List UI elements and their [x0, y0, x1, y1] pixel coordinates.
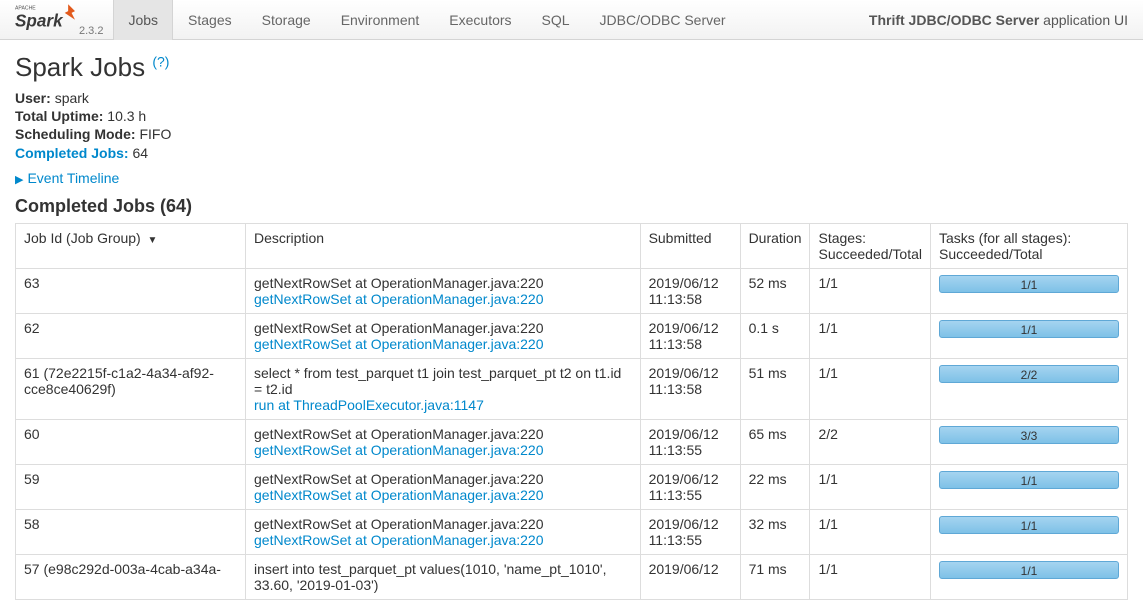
table-row: 60 getNextRowSet at OperationManager.java… [16, 419, 1128, 464]
cell-tasks: 2/2 [931, 358, 1128, 419]
cell-description: getNextRowSet at OperationManager.java:2… [246, 419, 641, 464]
nav-tabs: JobsStagesStorageEnvironmentExecutorsSQL… [113, 0, 740, 40]
cell-description: getNextRowSet at OperationManager.java:2… [246, 509, 641, 554]
app-name-label: Thrift JDBC/ODBC Server application UI [869, 12, 1128, 28]
progress-bar: 3/3 [939, 426, 1119, 444]
nav-tab-jdbc-odbc-server[interactable]: JDBC/ODBC Server [585, 0, 741, 40]
col-stages[interactable]: Stages: Succeeded/Total [810, 223, 931, 268]
summary-list: User: spark Total Uptime: 10.3 h Schedul… [15, 89, 1128, 162]
table-row: 63 getNextRowSet at OperationManager.java… [16, 268, 1128, 313]
progress-bar: 1/1 [939, 275, 1119, 293]
cell-duration: 51 ms [740, 358, 810, 419]
user-label: User: [15, 90, 51, 106]
nav-tab-environment[interactable]: Environment [326, 0, 435, 40]
cell-duration: 52 ms [740, 268, 810, 313]
col-tasks[interactable]: Tasks (for all stages): Succeeded/Total [931, 223, 1128, 268]
spark-logo-icon: APACHE Spark [15, 2, 75, 34]
job-description-link[interactable]: getNextRowSet at OperationManager.java:2… [254, 532, 544, 548]
event-timeline-toggle[interactable]: ▶Event Timeline [15, 170, 1128, 186]
cell-jobid: 60 [16, 419, 246, 464]
cell-stages: 1/1 [810, 358, 931, 419]
cell-duration: 0.1 s [740, 313, 810, 358]
nav-tab-stages[interactable]: Stages [173, 0, 247, 40]
col-description[interactable]: Description [246, 223, 641, 268]
cell-stages: 1/1 [810, 509, 931, 554]
cell-submitted: 2019/06/12 11:13:58 [640, 358, 740, 419]
cell-submitted: 2019/06/12 11:13:58 [640, 313, 740, 358]
table-row: 61 (72e2215f-c1a2-4a34-af92-cce8ce40629f… [16, 358, 1128, 419]
cell-tasks: 1/1 [931, 268, 1128, 313]
uptime-label: Total Uptime: [15, 108, 103, 124]
nav-tab-executors[interactable]: Executors [434, 0, 526, 40]
sched-value: FIFO [139, 126, 171, 142]
job-description-link[interactable]: getNextRowSet at OperationManager.java:2… [254, 291, 544, 307]
nav-tab-storage[interactable]: Storage [247, 0, 326, 40]
table-row: 59 getNextRowSet at OperationManager.java… [16, 464, 1128, 509]
uptime-value: 10.3 h [107, 108, 146, 124]
cell-duration: 71 ms [740, 554, 810, 599]
cell-duration: 32 ms [740, 509, 810, 554]
cell-description: select * from test_parquet t1 join test_… [246, 358, 641, 419]
cell-submitted: 2019/06/12 11:13:55 [640, 419, 740, 464]
job-description-link[interactable]: run at ThreadPoolExecutor.java:1147 [254, 397, 484, 413]
nav-tab-jobs[interactable]: Jobs [113, 0, 173, 40]
cell-jobid: 57 (e98c292d-003a-4cab-a34a- [16, 554, 246, 599]
completed-jobs-value: 64 [132, 145, 148, 161]
cell-stages: 1/1 [810, 464, 931, 509]
progress-bar: 1/1 [939, 320, 1119, 338]
page-title: Spark Jobs (?) [15, 52, 1128, 83]
sched-label: Scheduling Mode: [15, 126, 136, 142]
cell-description: getNextRowSet at OperationManager.java:2… [246, 464, 641, 509]
progress-bar: 1/1 [939, 471, 1119, 489]
progress-bar: 2/2 [939, 365, 1119, 383]
col-duration[interactable]: Duration [740, 223, 810, 268]
cell-submitted: 2019/06/12 [640, 554, 740, 599]
col-submitted[interactable]: Submitted [640, 223, 740, 268]
progress-bar: 1/1 [939, 561, 1119, 579]
svg-text:Spark: Spark [15, 11, 64, 31]
cell-jobid: 63 [16, 268, 246, 313]
progress-bar: 1/1 [939, 516, 1119, 534]
spark-version: 2.3.2 [79, 25, 103, 37]
nav-tab-sql[interactable]: SQL [527, 0, 585, 40]
top-navbar: APACHE Spark 2.3.2 JobsStagesStorageEnvi… [0, 0, 1143, 40]
cell-tasks: 1/1 [931, 464, 1128, 509]
job-description-link[interactable]: getNextRowSet at OperationManager.java:2… [254, 487, 544, 503]
job-description-link[interactable]: getNextRowSet at OperationManager.java:2… [254, 336, 544, 352]
cell-submitted: 2019/06/12 11:13:58 [640, 268, 740, 313]
cell-jobid: 58 [16, 509, 246, 554]
cell-description: insert into test_parquet_pt values(1010,… [246, 554, 641, 599]
completed-jobs-heading: Completed Jobs (64) [15, 196, 1128, 217]
table-row: 57 (e98c292d-003a-4cab-a34a-insert into … [16, 554, 1128, 599]
completed-jobs-table: Job Id (Job Group) ▼ Description Submitt… [15, 223, 1128, 600]
user-value: spark [55, 90, 89, 106]
cell-description: getNextRowSet at OperationManager.java:2… [246, 313, 641, 358]
sort-desc-icon: ▼ [145, 235, 158, 246]
table-row: 58 getNextRowSet at OperationManager.java… [16, 509, 1128, 554]
cell-description: getNextRowSet at OperationManager.java:2… [246, 268, 641, 313]
col-jobid[interactable]: Job Id (Job Group) ▼ [16, 223, 246, 268]
cell-submitted: 2019/06/12 11:13:55 [640, 509, 740, 554]
cell-jobid: 62 [16, 313, 246, 358]
cell-stages: 2/2 [810, 419, 931, 464]
cell-submitted: 2019/06/12 11:13:55 [640, 464, 740, 509]
cell-stages: 1/1 [810, 268, 931, 313]
cell-stages: 1/1 [810, 313, 931, 358]
table-row: 62 getNextRowSet at OperationManager.java… [16, 313, 1128, 358]
cell-stages: 1/1 [810, 554, 931, 599]
completed-jobs-link[interactable]: Completed Jobs: [15, 145, 129, 161]
cell-tasks: 1/1 [931, 313, 1128, 358]
cell-tasks: 3/3 [931, 419, 1128, 464]
cell-duration: 65 ms [740, 419, 810, 464]
cell-tasks: 1/1 [931, 509, 1128, 554]
spark-logo[interactable]: APACHE Spark 2.3.2 [15, 2, 103, 37]
job-description-link[interactable]: getNextRowSet at OperationManager.java:2… [254, 442, 544, 458]
cell-jobid: 61 (72e2215f-c1a2-4a34-af92-cce8ce40629f… [16, 358, 246, 419]
cell-duration: 22 ms [740, 464, 810, 509]
caret-right-icon: ▶ [15, 174, 23, 186]
cell-tasks: 1/1 [931, 554, 1128, 599]
cell-jobid: 59 [16, 464, 246, 509]
help-link[interactable]: (?) [152, 53, 169, 69]
page-content: Spark Jobs (?) User: spark Total Uptime:… [0, 40, 1143, 612]
